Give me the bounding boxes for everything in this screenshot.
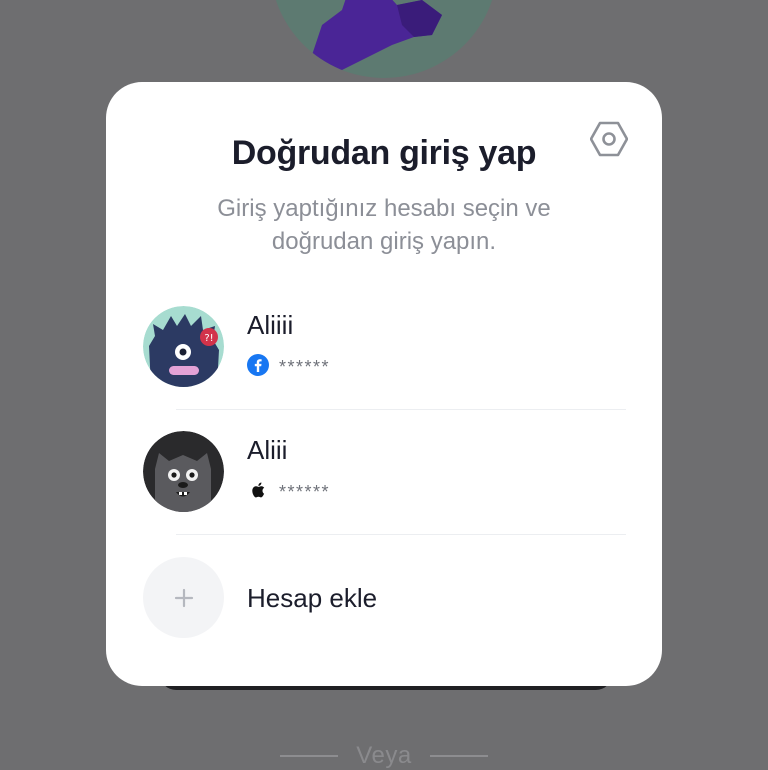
row-separator [176, 409, 626, 410]
add-account-label: Hesap ekle [247, 583, 378, 613]
password-mask: ****** [279, 481, 331, 502]
account-row[interactable]: ?! Aliiii ****** [143, 306, 623, 388]
facebook-icon [247, 354, 269, 376]
avatar: ?! [143, 306, 224, 387]
add-account-circle [143, 557, 224, 638]
plus-icon [174, 588, 193, 607]
divider-text: Veya [356, 742, 412, 769]
row-separator [176, 534, 626, 535]
avatar [143, 431, 224, 512]
add-account-button[interactable]: Hesap ekle [143, 557, 623, 639]
account-name: Aliii [247, 435, 288, 465]
account-name: Aliiii [247, 310, 294, 340]
direct-login-modal: Doğrudan giriş yap Giriş yaptığınız hesa… [106, 82, 662, 686]
password-mask: ****** [279, 356, 331, 377]
login-method: ****** [247, 477, 330, 503]
background-illustration [270, 0, 498, 78]
divider-line [429, 755, 488, 757]
divider-line [280, 755, 339, 757]
apple-icon [252, 482, 265, 498]
modal-subtitle: Giriş yaptığınız hesabı seçin ve doğruda… [217, 195, 551, 255]
hand-illustration [312, 0, 442, 75]
login-method: ****** [247, 352, 330, 378]
or-divider: Veya [0, 742, 768, 769]
account-row[interactable]: Aliii ****** [143, 431, 623, 513]
modal-title: Doğrudan giriş yap [231, 134, 537, 172]
svg-text:?!: ?! [204, 333, 213, 344]
